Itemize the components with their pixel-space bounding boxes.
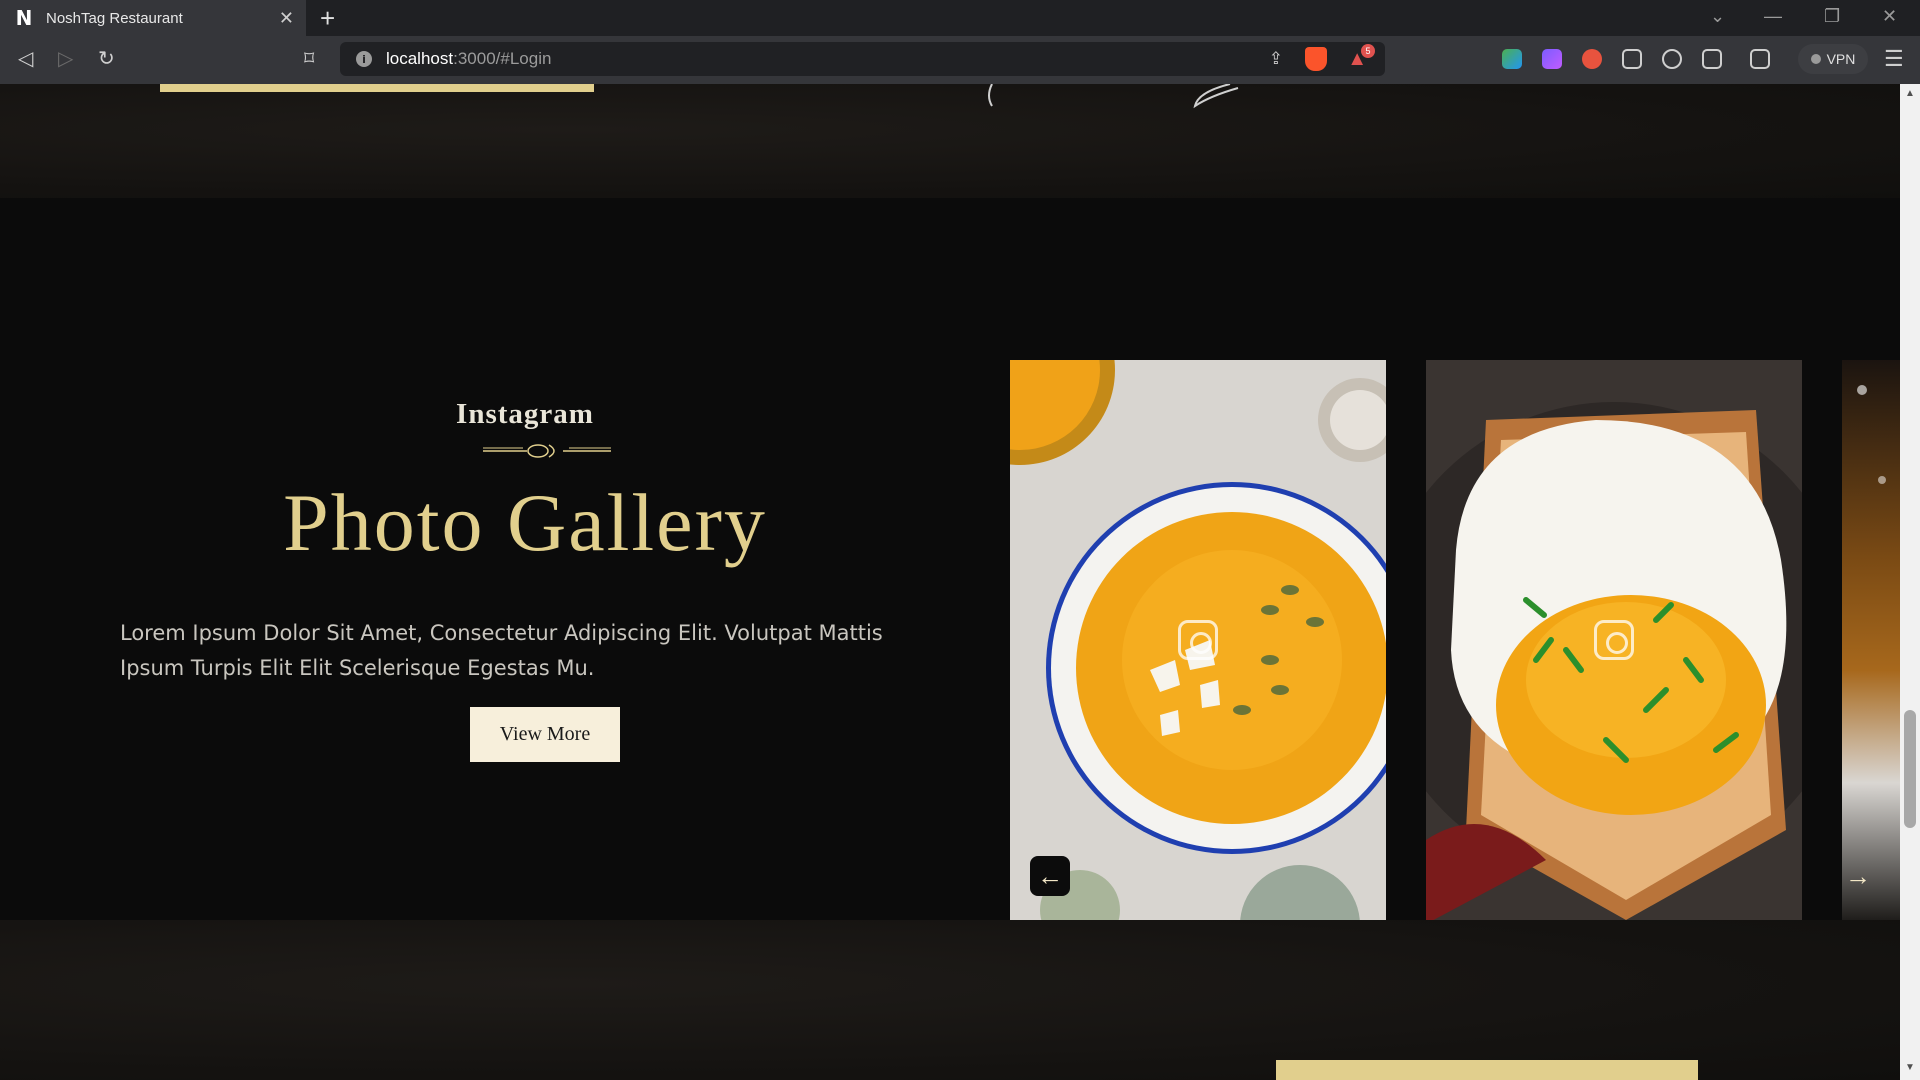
page-viewport: Instagram Photo Gallery Lorem Ipsum Dolo…: [0, 84, 1900, 1080]
decorative-swirl-icon: [988, 84, 1239, 109]
browser-tabbar: N NoshTag Restaurant ✕ + ⌄ — ❐ ✕: [0, 0, 1920, 36]
tab-search-icon[interactable]: ⌄: [1710, 6, 1725, 27]
arrow-right-icon[interactable]: →: [1838, 856, 1878, 896]
vpn-label: VPN: [1826, 51, 1856, 67]
restore-button[interactable]: ❐: [1824, 6, 1840, 27]
close-tab-icon[interactable]: ✕: [279, 8, 294, 29]
extension-icon[interactable]: [1582, 49, 1602, 69]
minimize-button[interactable]: —: [1764, 6, 1782, 27]
reload-button[interactable]: ↻: [98, 46, 115, 71]
drink-photo: [1857, 385, 1886, 484]
scroll-up-icon[interactable]: ▲: [1905, 88, 1915, 99]
close-window-button[interactable]: ✕: [1882, 6, 1897, 27]
gallery-slide[interactable]: [1010, 360, 1386, 924]
forward-button[interactable]: ▷: [58, 46, 73, 71]
instagram-icon[interactable]: [1594, 620, 1634, 660]
gallery-slide[interactable]: [1842, 360, 1900, 924]
arrow-left-icon[interactable]: ←: [1030, 856, 1070, 896]
section-description: Lorem Ipsum Dolor Sit Amet, Consectetur …: [120, 621, 883, 680]
vpn-status-icon: [1810, 54, 1821, 64]
browser-toolbar: ◁ ▷ ↻ ⌑ i localhost:3000/#Login ⇪ ▲ 5 VP…: [0, 36, 1920, 84]
scrollbar-thumb[interactable]: [1904, 710, 1916, 828]
browser-tab[interactable]: N NoshTag Restaurant ✕: [0, 0, 306, 36]
instagram-icon[interactable]: [1178, 620, 1218, 660]
address-bar[interactable]: i localhost:3000/#Login ⇪ ▲ 5: [340, 42, 1385, 76]
site-logo-icon: N: [15, 6, 33, 30]
ornament-divider-icon: [483, 444, 611, 458]
back-button[interactable]: ◁: [18, 46, 33, 71]
view-more-button[interactable]: View More: [470, 707, 620, 762]
vpn-button[interactable]: VPN: [1798, 44, 1868, 74]
wallet-icon[interactable]: [1750, 49, 1770, 69]
new-tab-button[interactable]: +: [320, 4, 335, 32]
tab-title: NoshTag Restaurant: [46, 9, 183, 27]
gallery-slide[interactable]: [1426, 360, 1802, 924]
decorative-bar: [160, 84, 594, 92]
section-title: Photo Gallery: [283, 477, 767, 568]
url-path: :3000/#Login: [453, 49, 552, 68]
extensions-puzzle-icon[interactable]: [1622, 49, 1642, 69]
scroll-down-icon[interactable]: ▼: [1905, 1062, 1915, 1073]
bookmark-icon[interactable]: ⌑: [304, 46, 314, 71]
section-subtitle: Instagram: [456, 398, 594, 430]
next-section-background: [0, 920, 1900, 1080]
rewards-badge: 5: [1361, 44, 1375, 58]
page-scrollbar[interactable]: ▲ ▼: [1900, 84, 1920, 1080]
brave-shields-icon[interactable]: [1305, 47, 1327, 71]
url-host: localhost: [386, 49, 454, 68]
site-info-icon[interactable]: i: [356, 51, 372, 67]
sidebar-icon[interactable]: [1702, 49, 1722, 69]
menu-icon[interactable]: ☰: [1884, 46, 1904, 72]
extension-icon[interactable]: [1662, 49, 1682, 69]
extension-icon[interactable]: [1542, 49, 1562, 69]
share-icon[interactable]: ⇪: [1269, 49, 1283, 69]
extension-icon[interactable]: [1502, 49, 1522, 69]
decorative-bar: [1276, 1060, 1698, 1080]
previous-section-background: [0, 84, 1900, 198]
